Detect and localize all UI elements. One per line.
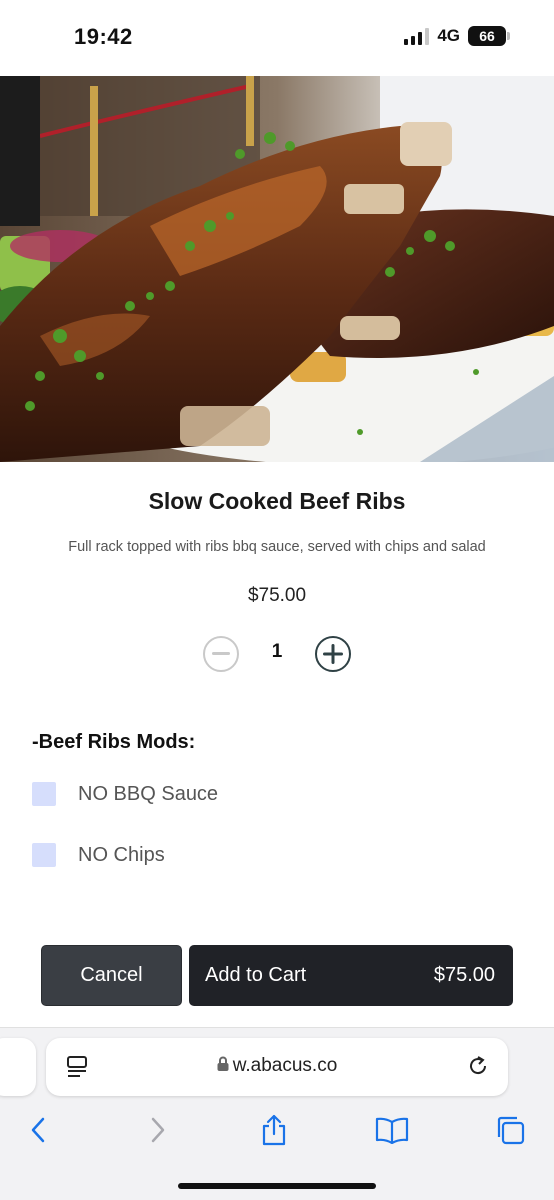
quantity-value: 1 <box>271 641 283 662</box>
product-price: $75.00 <box>247 585 307 606</box>
cancel-button-label: Cancel <box>80 964 143 986</box>
url-text: w.abacus.co <box>232 1055 338 1076</box>
product-title: Slow Cooked Beef Ribs <box>148 488 406 514</box>
mod-option-label: NO BBQ Sauce <box>78 782 219 805</box>
quantity-stepper: 1 <box>0 636 554 672</box>
share-icon[interactable] <box>256 1112 292 1148</box>
decrease-quantity-button[interactable] <box>203 636 239 672</box>
bookmarks-icon[interactable] <box>374 1112 410 1148</box>
status-indicators: 4G 66 <box>404 26 510 46</box>
battery-level: 66 <box>479 28 495 44</box>
status-time: 19:42 <box>74 24 133 49</box>
mod-option-no-chips[interactable]: NO Chips <box>32 841 165 869</box>
reload-icon[interactable] <box>466 1054 490 1083</box>
mod-option-no-bbq-sauce[interactable]: NO BBQ Sauce <box>32 780 218 808</box>
status-bar: 19:42 4G 66 <box>0 0 554 76</box>
checkbox[interactable] <box>32 843 56 867</box>
url-display[interactable]: w.abacus.co <box>46 1055 508 1077</box>
back-icon[interactable] <box>20 1112 56 1148</box>
network-label: 4G <box>437 26 460 45</box>
add-to-cart-button[interactable]: Add to Cart $75.00 <box>189 945 513 1006</box>
cancel-button[interactable]: Cancel <box>41 945 182 1006</box>
increase-quantity-button[interactable] <box>315 636 351 672</box>
signal-icon <box>404 27 430 45</box>
previous-tab-preview[interactable] <box>0 1038 36 1096</box>
tabs-icon[interactable] <box>492 1112 528 1148</box>
home-indicator[interactable] <box>178 1183 376 1189</box>
add-to-cart-label: Add to Cart <box>205 964 307 986</box>
minus-circle-icon <box>212 652 230 655</box>
browser-chrome: w.abacus.co <box>0 1027 554 1200</box>
lock-icon <box>217 1056 229 1071</box>
forward-icon[interactable] <box>140 1112 176 1148</box>
product-image <box>0 76 554 462</box>
browser-toolbar <box>0 1112 554 1148</box>
battery-icon: 66 <box>468 26 510 46</box>
product-description: Full rack topped with ribs bbq sauce, se… <box>68 539 486 555</box>
add-to-cart-price: $75.00 <box>433 964 495 986</box>
address-bar[interactable]: w.abacus.co <box>46 1038 508 1096</box>
mods-section-title: -Beef Ribs Mods: <box>32 731 196 753</box>
plus-circle-icon <box>323 644 343 664</box>
checkbox[interactable] <box>32 782 56 806</box>
mod-option-label: NO Chips <box>78 843 165 866</box>
